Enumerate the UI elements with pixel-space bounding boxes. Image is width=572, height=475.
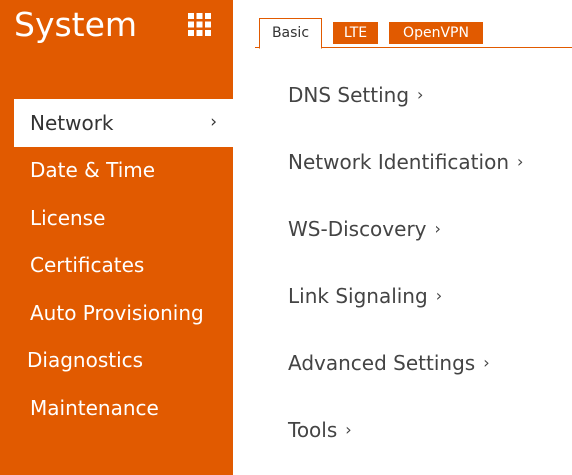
sidebar-nav: Network › Date & Time License Certificat…: [0, 99, 233, 432]
sidebar-item-auto-provisioning[interactable]: Auto Provisioning: [0, 289, 233, 337]
apps-grid-icon[interactable]: [188, 13, 211, 36]
chevron-right-icon: ›: [435, 286, 443, 305]
sidebar-item-certificates[interactable]: Certificates: [0, 242, 233, 290]
tab-lte[interactable]: LTE: [333, 22, 378, 44]
link-dns-setting[interactable]: DNS Setting ›: [288, 83, 423, 107]
sidebar-item-label: License: [30, 205, 106, 230]
sidebar-item-label: Maintenance: [30, 395, 159, 420]
tab-openvpn[interactable]: OpenVPN: [389, 22, 483, 44]
link-label: Advanced Settings: [288, 351, 476, 375]
chevron-right-icon: ›: [210, 111, 217, 132]
sidebar-item-maintenance[interactable]: Maintenance: [0, 384, 233, 432]
link-label: DNS Setting: [288, 83, 410, 107]
chevron-right-icon: ›: [345, 420, 352, 439]
sidebar-item-date-time[interactable]: Date & Time: [0, 147, 233, 195]
link-advanced-settings[interactable]: Advanced Settings ›: [288, 351, 490, 375]
link-label: WS-Discovery: [288, 217, 427, 241]
sidebar-item-label: Network: [30, 110, 114, 135]
link-label: Network Identification: [288, 150, 509, 174]
sidebar: System Network › Date & Time License Cer…: [0, 0, 233, 475]
link-label: Link Signaling: [288, 284, 428, 308]
sidebar-item-network[interactable]: Network ›: [14, 99, 233, 147]
link-label: Tools: [288, 418, 338, 442]
link-tools[interactable]: Tools ›: [288, 418, 352, 442]
sidebar-item-label: Auto Provisioning: [30, 300, 204, 325]
sidebar-item-label: Date & Time: [30, 158, 156, 183]
tab-bar: Basic LTE OpenVPN: [255, 18, 572, 49]
app-title: System: [14, 5, 138, 44]
sidebar-item-license[interactable]: License: [0, 194, 233, 242]
link-network-identification[interactable]: Network Identification ›: [288, 150, 523, 174]
sidebar-item-diagnostics[interactable]: Diagnostics: [0, 337, 233, 385]
sidebar-item-label: Certificates: [30, 253, 145, 278]
link-link-signaling[interactable]: Link Signaling ›: [288, 284, 442, 308]
chevron-right-icon: ›: [434, 219, 441, 238]
chevron-right-icon: ›: [517, 152, 524, 171]
chevron-right-icon: ›: [417, 85, 424, 104]
tab-basic[interactable]: Basic: [259, 18, 322, 49]
chevron-right-icon: ›: [483, 353, 490, 372]
link-ws-discovery[interactable]: WS-Discovery ›: [288, 217, 441, 241]
sidebar-item-label: Diagnostics: [27, 348, 144, 373]
